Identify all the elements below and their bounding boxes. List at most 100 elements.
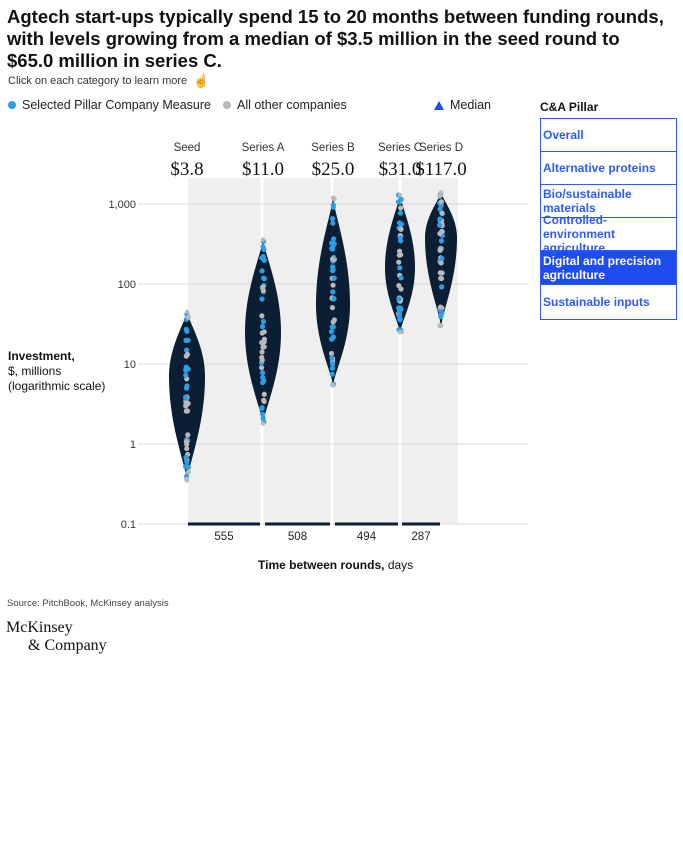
data-point-selected: [330, 324, 336, 330]
data-point-selected: [183, 454, 189, 461]
data-point-other: [397, 205, 404, 211]
data-point-other: [185, 314, 191, 320]
data-point-other: [260, 421, 266, 426]
data-point-selected: [261, 246, 267, 253]
data-point-other: [330, 282, 336, 288]
source-note: Source: PitchBook, McKinsey analysis: [7, 598, 169, 609]
median-value-label: $3.8: [170, 159, 203, 180]
data-point-selected: [329, 371, 335, 377]
data-point-other: [261, 391, 267, 397]
y-tick-label: 1: [130, 439, 136, 451]
legend-item-selected: Selected Pillar Company Measure: [8, 98, 211, 112]
data-point-selected: [185, 366, 191, 372]
median-value-label: $117.0: [415, 159, 467, 180]
category-label: Series A: [242, 142, 285, 154]
data-point-selected: [330, 289, 336, 295]
data-point-selected: [397, 235, 403, 241]
data-point-selected: [436, 222, 443, 228]
data-point-other: [258, 365, 265, 371]
data-point-selected: [260, 374, 266, 381]
data-point-other: [259, 357, 265, 363]
data-point-other: [397, 192, 403, 198]
data-point-other: [438, 275, 444, 281]
data-point-selected: [398, 221, 405, 227]
data-point-selected: [328, 329, 335, 335]
pillar-selector: Overall Alternative proteins Bio/sustain…: [540, 118, 677, 320]
data-point-selected: [437, 216, 443, 222]
data-point-selected: [330, 220, 336, 226]
data-point-selected: [259, 405, 265, 411]
data-point-selected: [329, 355, 335, 361]
data-point-selected: [259, 296, 265, 302]
data-point-selected: [330, 264, 336, 270]
median-value-label: $11.0: [242, 159, 284, 180]
category-label: Series D: [419, 142, 463, 154]
interaction-hint: Click on each category to learn more ☝: [8, 73, 209, 89]
data-point-selected: [397, 265, 403, 271]
data-point-selected: [329, 216, 336, 222]
pillar-option-controlled-environment-agriculture[interactable]: Controlled-environment agriculture: [541, 213, 676, 255]
data-point-other: [184, 309, 190, 314]
x-axis-label: Time between rounds, days: [258, 558, 413, 572]
data-point-other: [261, 344, 267, 350]
data-point-selected: [182, 464, 189, 470]
pillar-option-sustainable-inputs[interactable]: Sustainable inputs: [541, 285, 676, 319]
data-point-other: [184, 408, 191, 414]
data-point-selected: [259, 370, 266, 376]
data-point-other: [183, 439, 189, 445]
data-point-other: [330, 195, 336, 200]
pillar-option-overall[interactable]: Overall: [541, 119, 676, 152]
data-point-selected: [330, 204, 336, 210]
data-point-other: [398, 226, 404, 232]
data-point-other: [396, 252, 402, 258]
data-point-other: [330, 382, 336, 388]
data-point-selected: [261, 257, 267, 263]
chart-title: Agtech start-ups typically spend 15 to 2…: [7, 6, 664, 71]
data-point-other: [438, 199, 445, 205]
data-point-other: [397, 330, 403, 335]
legend-label-median: Median: [450, 98, 491, 112]
data-point-other: [438, 260, 444, 266]
data-point-selected: [439, 255, 445, 262]
data-point-other: [260, 287, 266, 293]
pillar-option-alternative-proteins[interactable]: Alternative proteins: [541, 152, 676, 185]
y-tick-label: 10: [124, 359, 136, 371]
legend-item-other: All other companies: [222, 98, 347, 112]
y-tick-label: 100: [118, 279, 136, 291]
median-value-label: $25.0: [312, 159, 355, 180]
data-point-other: [438, 323, 444, 329]
days-between-rounds-label: 508: [288, 531, 307, 543]
data-point-selected: [183, 385, 190, 391]
data-point-other: [185, 432, 191, 438]
y-axis-label-bold: Investment,: [8, 349, 75, 363]
y-tick-label: 1,000: [108, 199, 136, 211]
logo-line-2: & Company: [28, 637, 107, 654]
y-axis-label: Investment, $, millions (logarithmic sca…: [8, 349, 105, 394]
data-point-selected: [397, 316, 403, 322]
data-point-selected: [259, 323, 266, 330]
data-point-selected: [438, 238, 445, 244]
data-point-other: [329, 305, 336, 311]
data-point-selected: [260, 415, 266, 421]
data-point-selected: [185, 337, 191, 343]
data-point-selected: [183, 326, 189, 332]
days-between-rounds-label: 287: [411, 531, 430, 543]
category-label: Series B: [311, 142, 355, 154]
data-point-selected: [183, 372, 189, 378]
x-axis-label-units: days: [387, 558, 414, 572]
pillar-heading: C&A Pillar: [540, 100, 599, 114]
data-point-selected: [330, 334, 336, 340]
days-between-rounds-label: 555: [214, 531, 233, 543]
data-point-other: [396, 259, 402, 265]
data-point-selected: [397, 210, 404, 216]
pillar-option-digital-precision-agriculture[interactable]: Digital and precision agriculture: [541, 251, 676, 285]
data-point-selected: [395, 199, 402, 205]
data-point-other: [329, 256, 336, 262]
x-axis-label-bold: Time between rounds,: [258, 558, 385, 572]
legend-swatch-selected: [8, 101, 16, 109]
y-tick-label: 0.1: [121, 519, 136, 531]
category-label: Series C: [378, 142, 422, 154]
data-point-other: [184, 478, 190, 483]
data-point-selected: [331, 296, 337, 302]
data-point-other: [437, 270, 443, 276]
